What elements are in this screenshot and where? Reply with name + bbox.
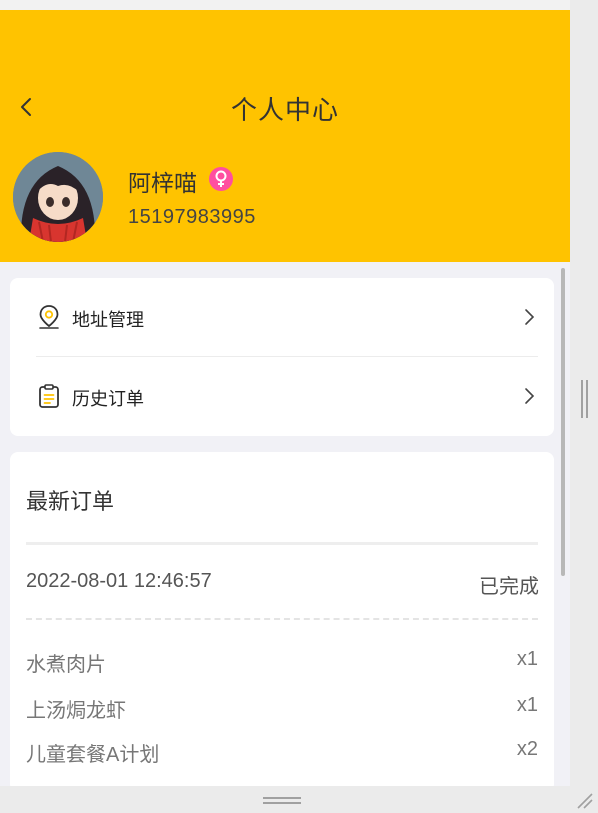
avatar[interactable] (13, 152, 103, 242)
username: 阿梓喵 (128, 170, 197, 196)
order-item-row: 水煮肉片 x1 (26, 648, 538, 676)
order-item-name: 水煮肉片 (26, 654, 106, 676)
window-frame: 个人中心 阿梓喵 15197983995 地址管理 历史订单 最新订单 2022… (0, 0, 598, 813)
order-status: 已完成 (479, 576, 539, 598)
avatar-image (13, 152, 103, 242)
latest-order-card[interactable]: 最新订单 2022-08-01 12:46:57 已完成 水煮肉片 x1 上汤焗… (10, 452, 554, 786)
chevron-right-icon (525, 309, 535, 325)
window-top-strip (0, 0, 598, 10)
profile-header: 个人中心 阿梓喵 15197983995 (0, 10, 570, 262)
divider (26, 542, 538, 545)
menu-item-label: 历史订单 (72, 389, 144, 409)
app-viewport: 个人中心 阿梓喵 15197983995 地址管理 历史订单 最新订单 2022… (0, 10, 570, 786)
menu-item-label: 地址管理 (72, 310, 144, 330)
horizontal-resize-grip[interactable] (263, 797, 301, 804)
order-item-name: 儿童套餐A计划 (26, 744, 160, 766)
location-pin-icon (39, 305, 59, 329)
order-item-row: 儿童套餐A计划 x2 (26, 738, 538, 766)
vertical-scrollbar[interactable] (561, 268, 565, 576)
order-item-qty: x1 (516, 648, 538, 670)
female-icon (209, 167, 233, 191)
chevron-right-icon (525, 388, 535, 404)
page-title: 个人中心 (230, 95, 339, 125)
menu-item-order-history[interactable]: 历史订单 (10, 357, 554, 435)
order-item-qty: x2 (516, 738, 538, 760)
resize-corner-icon[interactable] (574, 790, 594, 810)
order-datetime: 2022-08-01 12:46:57 (26, 570, 212, 592)
menu-card: 地址管理 历史订单 (10, 278, 554, 436)
order-item-row: 上汤焗龙虾 x1 (26, 694, 538, 722)
order-item-qty: x1 (516, 694, 538, 716)
menu-item-address[interactable]: 地址管理 (10, 278, 554, 356)
order-item-name: 上汤焗龙虾 (26, 700, 126, 722)
clipboard-icon (39, 384, 59, 408)
phone-number: 15197983995 (128, 206, 256, 228)
latest-order-title: 最新订单 (26, 489, 115, 514)
vertical-resize-grip[interactable] (581, 380, 588, 418)
dashed-divider (26, 618, 538, 620)
